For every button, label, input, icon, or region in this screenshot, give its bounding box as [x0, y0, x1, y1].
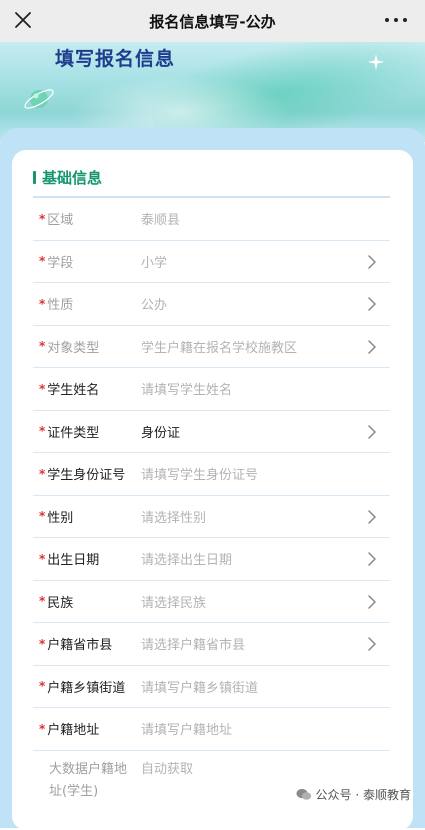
- section-title: 基础信息: [42, 168, 103, 187]
- field-label-text: 民族: [47, 595, 74, 611]
- field-label: * 证件类型: [33, 422, 141, 441]
- top-bar: 报名信息填写-公办: [0, 0, 425, 42]
- form-row[interactable]: * 证件类型 身份证: [33, 411, 390, 453]
- chevron-right-icon[interactable]: [368, 509, 376, 524]
- field-label: * 学段: [33, 252, 141, 271]
- field-label: * 区域: [33, 209, 141, 229]
- watermark-text: 公众号 · 泰顺教育: [315, 788, 411, 802]
- form-row[interactable]: * 出生日期 请选择出生日期: [33, 538, 390, 581]
- field-select[interactable]: 请选择性别: [141, 507, 390, 526]
- chevron-right-icon[interactable]: [368, 254, 376, 269]
- required-mark: *: [39, 636, 46, 651]
- field-label-line: 址(学生): [49, 783, 99, 799]
- field-label: * 户籍乡镇街道: [33, 677, 141, 696]
- close-icon[interactable]: [12, 9, 34, 31]
- field-label-text: 证件类型: [47, 425, 100, 441]
- field-label-text: 出生日期: [47, 553, 100, 569]
- field-label-text: 大数据户籍地 址(学生): [49, 759, 127, 803]
- required-mark: *: [39, 381, 46, 396]
- field-label-text: 区域: [47, 213, 74, 229]
- field-label: * 对象类型: [33, 337, 141, 356]
- form-row[interactable]: * 户籍地址 请填写户籍地址: [33, 708, 390, 751]
- form-row[interactable]: * 学生身份证号 请填写学生身份证号: [33, 453, 390, 496]
- wechat-icon: [296, 788, 311, 800]
- field-label-text: 性别: [47, 510, 74, 526]
- chevron-right-icon[interactable]: [368, 297, 376, 311]
- field-label-text: 户籍省市县: [47, 638, 113, 654]
- field-select: 小学: [141, 255, 168, 271]
- field-label: * 户籍地址: [33, 719, 141, 739]
- chevron-right-icon[interactable]: [368, 594, 376, 609]
- field-label-text: 对象类型: [47, 340, 100, 356]
- field-input[interactable]: 请填写户籍地址: [141, 719, 390, 738]
- banner-heading: 填写报名信息: [55, 48, 176, 70]
- field-label-line: 大数据户籍地: [49, 761, 128, 777]
- required-mark: *: [39, 339, 46, 354]
- field-select[interactable]: 请选择出生日期: [141, 549, 390, 568]
- planet-icon: [24, 89, 54, 109]
- chevron-right-icon[interactable]: [368, 424, 376, 439]
- required-mark: *: [39, 254, 46, 269]
- required-mark: *: [39, 424, 46, 439]
- field-label: * 民族: [33, 592, 141, 611]
- required-mark: *: [39, 594, 46, 609]
- field-input[interactable]: 请填写户籍乡镇街道: [141, 677, 390, 696]
- form-row: * 性质 公办: [33, 283, 390, 326]
- required-mark: *: [39, 466, 46, 481]
- required-mark: *: [39, 296, 46, 311]
- field-label: * 户籍省市县: [33, 634, 141, 654]
- field-value: 自动获取: [141, 761, 194, 777]
- chevron-right-icon[interactable]: [368, 637, 376, 651]
- header-banner: 填写报名信息: [0, 42, 425, 142]
- required-mark: *: [39, 721, 46, 736]
- section-header: 基础信息: [33, 168, 103, 187]
- field-label-text: 学生姓名: [47, 383, 100, 399]
- field-label: * 性别: [33, 507, 141, 526]
- watermark: 公众号 · 泰顺教育: [296, 786, 411, 803]
- chevron-right-icon[interactable]: [368, 339, 376, 354]
- field-label-text: 学生身份证号: [47, 468, 126, 484]
- form-fields: * 区域 泰顺县 * 学段 小学 * 性质 公办 * 对象类型 学生户籍在报名学校施教区 * 学生姓名 请填…: [33, 198, 390, 807]
- field-label: * 学生姓名: [33, 379, 141, 399]
- field-label: * 性质: [33, 294, 141, 314]
- field-label: * 出生日期: [33, 549, 141, 569]
- field-input[interactable]: 请填写学生身份证号: [141, 464, 390, 483]
- form-row[interactable]: * 学生姓名 请填写学生姓名: [33, 368, 390, 411]
- page-title: 报名信息填写-公办: [149, 12, 276, 31]
- required-mark: *: [39, 509, 46, 524]
- field-input: 泰顺县: [141, 213, 181, 229]
- required-mark: *: [39, 551, 46, 566]
- field-select: 学生户籍在报名学校施教区: [141, 340, 298, 356]
- field-select: 公办: [141, 298, 168, 314]
- field-label-text: 户籍乡镇街道: [47, 680, 126, 696]
- required-mark: *: [39, 679, 46, 694]
- field-label-text: 户籍地址: [47, 723, 100, 739]
- sparkle-icon: [368, 54, 384, 70]
- form-row: * 区域 泰顺县: [33, 198, 390, 241]
- more-icon[interactable]: [385, 18, 407, 24]
- form-row[interactable]: * 户籍乡镇街道 请填写户籍乡镇街道: [33, 666, 390, 708]
- field-label: 大数据户籍地 址(学生): [33, 759, 141, 803]
- form-row[interactable]: * 户籍省市县 请选择户籍省市县: [33, 623, 390, 666]
- form-row[interactable]: * 民族 请选择民族: [33, 581, 390, 623]
- form-row: * 学段 小学: [33, 241, 390, 283]
- field-select[interactable]: 请选择户籍省市县: [141, 634, 390, 653]
- chevron-right-icon[interactable]: [368, 552, 376, 566]
- section-accent-bar: [33, 170, 36, 184]
- form-row[interactable]: * 性别 请选择性别: [33, 496, 390, 538]
- required-mark: *: [39, 211, 46, 226]
- form-row: * 对象类型 学生户籍在报名学校施教区: [33, 326, 390, 368]
- field-label: * 学生身份证号: [33, 464, 141, 484]
- field-label-text: 性质: [47, 298, 74, 314]
- field-input[interactable]: 请填写学生姓名: [141, 379, 390, 398]
- field-label-text: 学段: [47, 255, 74, 271]
- field-select[interactable]: 身份证: [141, 422, 390, 441]
- field-select[interactable]: 请选择民族: [141, 592, 390, 611]
